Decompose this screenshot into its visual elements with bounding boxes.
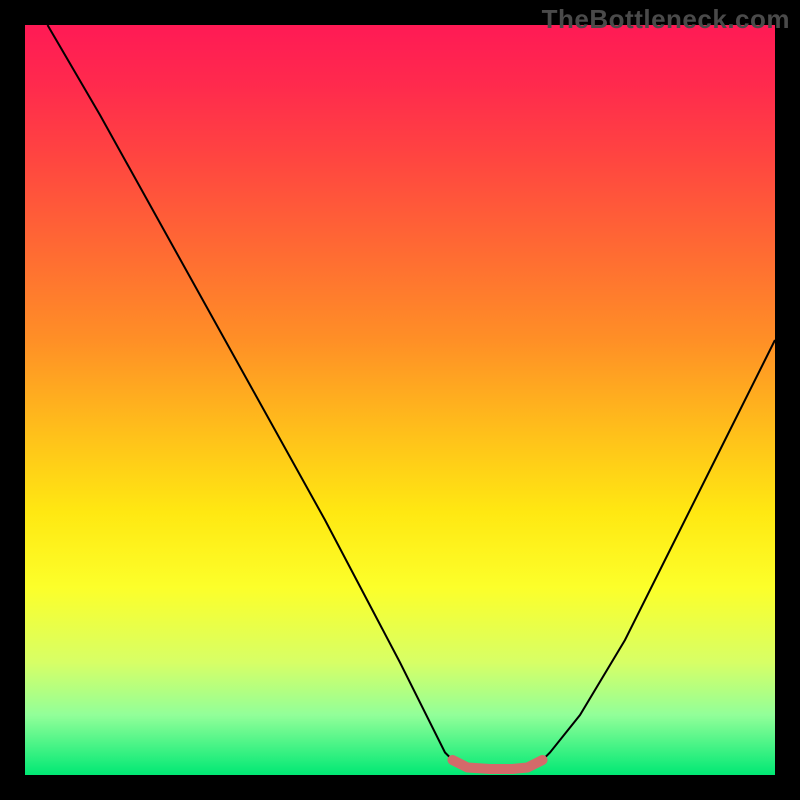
watermark-text: TheBottleneck.com [542,4,790,35]
chart-frame: TheBottleneck.com [0,0,800,800]
chart-curve-left [48,25,461,768]
chart-curve-bottom [453,760,543,769]
chart-curves [25,25,775,775]
chart-curve-right [535,340,775,768]
plot-area [25,25,775,775]
